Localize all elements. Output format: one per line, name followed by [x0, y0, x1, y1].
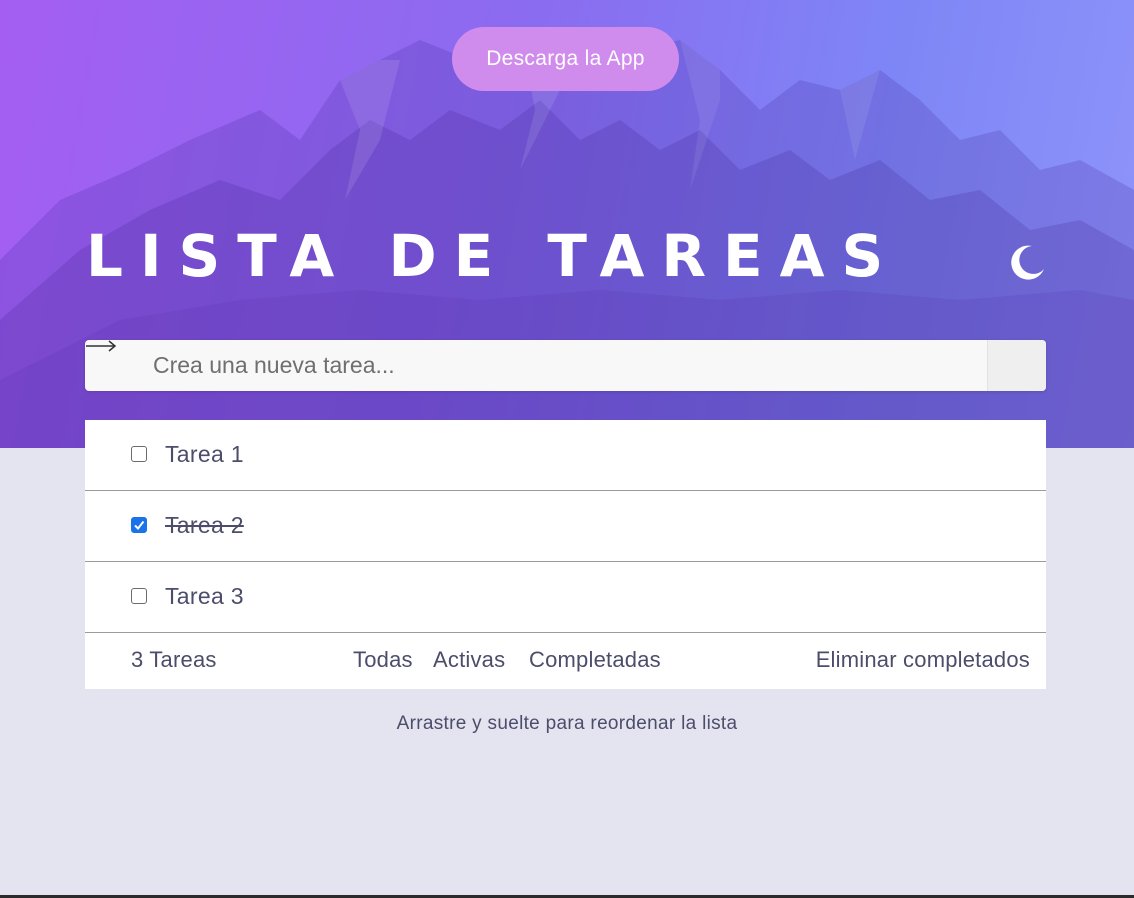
new-task-input[interactable]	[85, 340, 987, 391]
task-checkbox[interactable]	[131, 588, 147, 604]
new-task-form	[85, 340, 1046, 391]
filter-completed-button[interactable]: Completadas	[529, 646, 661, 674]
task-count: 3 Tareas	[131, 647, 217, 672]
task-checkbox[interactable]	[131, 446, 147, 462]
task-label: Tarea 2	[165, 512, 244, 538]
drag-drop-hint: Arrastre y suelte para reordenar la list…	[396, 713, 738, 734]
task-item[interactable]: Tarea 1	[85, 420, 1046, 491]
task-label: Tarea 1	[165, 441, 244, 467]
task-list-footer: 3 Tareas Todas Activas Completadas Elimi…	[85, 633, 1046, 689]
page-title: LISTA DE TAREAS	[86, 222, 901, 290]
clear-completed-button[interactable]: Eliminar completados	[816, 646, 1030, 674]
task-item[interactable]: Tarea 3	[85, 562, 1046, 633]
download-app-button[interactable]: Descarga la App	[452, 27, 679, 91]
filter-all-button[interactable]: Todas	[353, 646, 413, 674]
add-task-button[interactable]	[86, 340, 1046, 391]
filter-active-button[interactable]: Activas	[433, 646, 505, 674]
task-list: Tarea 1 Tarea 2 Tarea 3 3 Tareas Todas A…	[85, 420, 1046, 689]
task-checkbox-checked[interactable]	[131, 517, 147, 533]
task-item[interactable]: Tarea 2	[85, 491, 1046, 562]
moon-icon[interactable]	[1007, 243, 1045, 281]
hero-banner: Descarga la App LISTA DE TAREAS	[0, 0, 1134, 448]
checkmark-icon	[134, 520, 145, 531]
arrow-right-icon	[86, 340, 117, 352]
task-label: Tarea 3	[165, 583, 244, 609]
